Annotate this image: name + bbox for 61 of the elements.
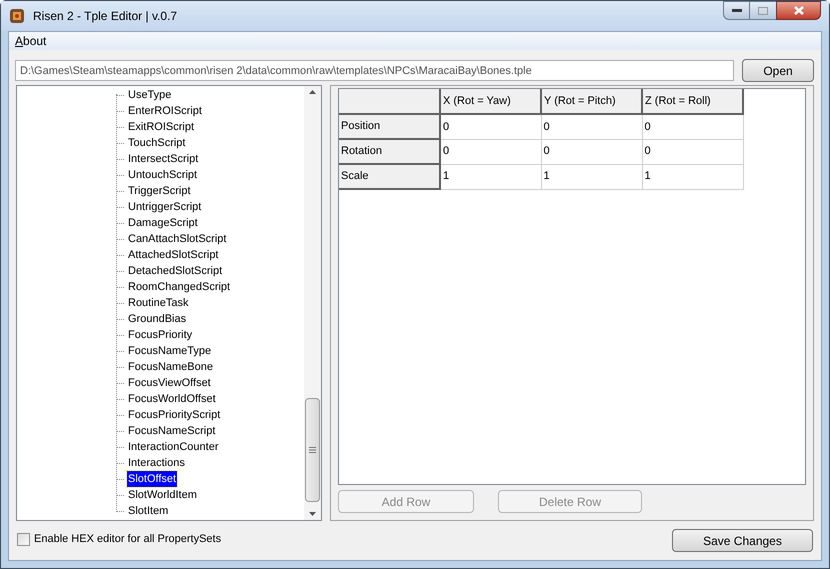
minimize-icon — [732, 8, 742, 12]
grip-icon — [309, 447, 316, 453]
column-header[interactable]: Z (Rot = Roll) — [642, 89, 743, 114]
tree-item[interactable]: RoomChangedScript — [127, 278, 232, 296]
scroll-down-icon[interactable] — [309, 512, 316, 516]
row-header[interactable]: Rotation — [339, 139, 440, 164]
tree-item[interactable]: RoutineTask — [127, 294, 190, 312]
tree-item[interactable]: Interactions — [127, 454, 186, 472]
minimize-button[interactable] — [723, 1, 750, 20]
table-cell[interactable]: 0 — [541, 139, 642, 164]
tree-item[interactable]: UntriggerScript — [127, 198, 202, 216]
tree-item[interactable]: FocusPriority — [127, 326, 194, 344]
tree-item[interactable]: FocusNameBone — [127, 358, 214, 376]
tree-item[interactable]: UntouchScript — [127, 166, 198, 184]
table-cell[interactable]: 1 — [541, 164, 642, 189]
tree-item[interactable]: EnterROIScript — [127, 102, 203, 120]
tree-item[interactable]: DamageScript — [127, 214, 199, 232]
checkbox[interactable] — [17, 532, 30, 546]
path-field[interactable]: D:\Games\Steam\steamapps\common\risen 2\data\common\raw\templates\NPCs\MaracaiBay\Bones.tple — [15, 60, 734, 81]
tree-item[interactable]: IntersectScript — [127, 150, 200, 168]
table-cell[interactable]: 0 — [642, 139, 743, 164]
close-button[interactable] — [776, 1, 821, 20]
save-button[interactable]: Save Changes — [672, 529, 813, 552]
tree-item[interactable]: TriggerScript — [127, 182, 192, 200]
scroll-thumb[interactable] — [305, 398, 320, 502]
table-cell[interactable]: 0 — [440, 139, 541, 164]
open-button[interactable]: Open — [742, 59, 814, 82]
tree-item[interactable]: DetachedSlotScript — [127, 262, 224, 280]
table-cell[interactable]: 0 — [541, 114, 642, 139]
column-header[interactable]: Y (Rot = Pitch) — [541, 89, 642, 114]
tree-item[interactable]: TouchScript — [127, 134, 186, 152]
tree-item[interactable]: FocusPriorityScript — [127, 406, 222, 424]
tree-item[interactable]: FocusViewOffset — [127, 374, 212, 392]
tree-item[interactable]: InteractionCounter — [127, 438, 220, 456]
table-cell[interactable]: 1 — [642, 164, 743, 189]
tree-item[interactable]: SlotItem — [127, 502, 170, 520]
window-title: Risen 2 - Tple Editor | v.0.7 — [33, 8, 178, 25]
column-header[interactable]: X (Rot = Yaw) — [440, 89, 541, 114]
tree-item[interactable]: GroundBias — [127, 310, 188, 328]
tree-item[interactable]: ExitROIScript — [127, 118, 196, 136]
tree-item[interactable]: CanAttachSlotScript — [127, 230, 228, 248]
tree-item[interactable]: FocusWorldOffset — [127, 390, 217, 408]
tree-item[interactable]: SlotOffset — [127, 470, 178, 488]
checkbox-label: Enable HEX editor for all PropertySets — [34, 532, 222, 547]
maximize-icon — [758, 6, 768, 14]
menu-item[interactable]: About — [15, 32, 46, 50]
tree-item[interactable]: FocusNameScript — [127, 422, 216, 440]
tree-item[interactable]: UseType — [127, 86, 172, 104]
row-header[interactable]: Scale — [339, 164, 440, 189]
tree-item[interactable]: AttachedSlotScript — [127, 246, 220, 264]
table-cell[interactable]: 0 — [642, 114, 743, 139]
close-icon — [794, 6, 804, 15]
tree-item[interactable]: FocusNameType — [127, 342, 212, 360]
app-icon — [9, 8, 25, 24]
table-cell[interactable]: 1 — [440, 164, 541, 189]
scroll-up-icon[interactable] — [309, 90, 316, 94]
scrollbar[interactable] — [304, 86, 321, 520]
maximize-button[interactable] — [750, 1, 776, 20]
row-header[interactable]: Position — [339, 114, 440, 139]
table-cell[interactable]: 0 — [440, 114, 541, 139]
tree-item[interactable]: SlotWorldItem — [127, 486, 198, 504]
